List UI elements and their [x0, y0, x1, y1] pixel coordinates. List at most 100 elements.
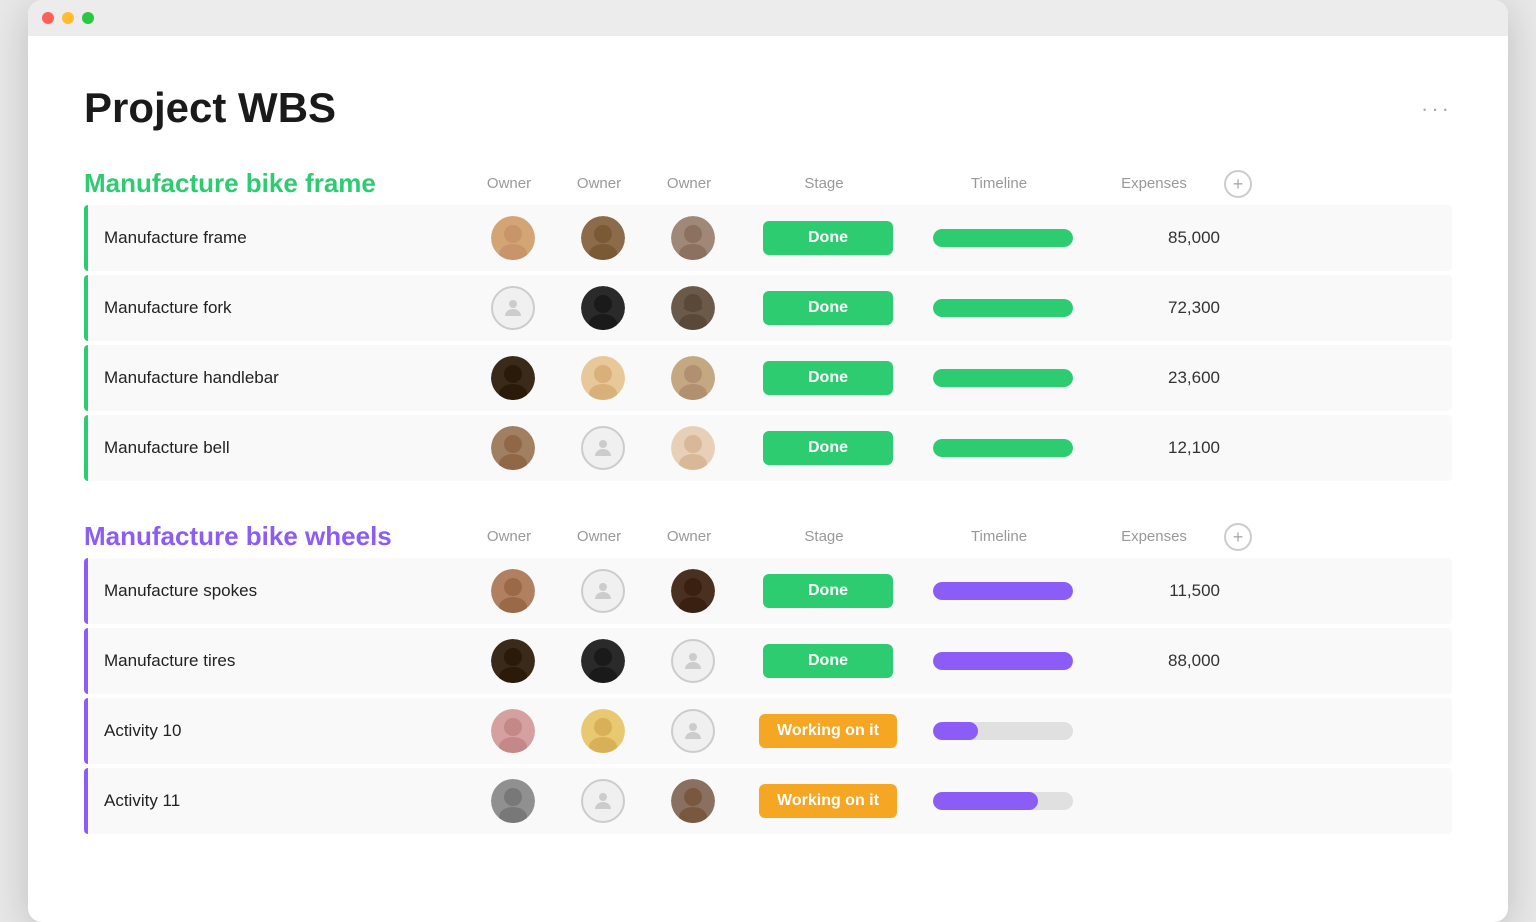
timeline-cell [918, 582, 1088, 600]
col-owner-1: Owner [464, 175, 554, 192]
status-badge: Done [763, 291, 893, 325]
task-name: Manufacture fork [88, 298, 468, 318]
titlebar [28, 0, 1508, 36]
section-header: Manufacture bike frame Owner Owner Owner… [84, 168, 1452, 199]
timeline-cell [918, 439, 1088, 457]
main-content: Project WBS ··· Manufacture bike frame O… [28, 36, 1508, 922]
timeline-cell [918, 722, 1088, 740]
stage-cell: Working on it [738, 714, 918, 748]
timeline-bar [933, 369, 1073, 387]
owner-1 [468, 569, 558, 613]
table-row: Manufacture frame Done 8 [84, 205, 1452, 271]
timeline-bar-wrap [933, 229, 1073, 247]
col-owner-1: Owner [464, 528, 554, 545]
table-row: Manufacture fork Done [84, 275, 1452, 341]
owner-2 [558, 356, 648, 400]
maximize-button[interactable] [82, 12, 94, 24]
status-badge: Done [763, 221, 893, 255]
col-owner-2: Owner [554, 175, 644, 192]
section-bike-wheels: Manufacture bike wheels Owner Owner Owne… [84, 521, 1452, 834]
task-name: Activity 11 [88, 791, 468, 811]
owner-3 [648, 216, 738, 260]
col-owner-3: Owner [644, 175, 734, 192]
status-badge: Working on it [759, 784, 897, 818]
page-title: Project WBS [84, 84, 336, 132]
table-row: Manufacture spokes Done [84, 558, 1452, 624]
stage-cell: Done [738, 361, 918, 395]
col-owner-2: Owner [554, 528, 644, 545]
timeline-bar-wrap [933, 652, 1073, 670]
minimize-button[interactable] [62, 12, 74, 24]
owner-3 [648, 356, 738, 400]
timeline-bar [933, 229, 1073, 247]
timeline-cell [918, 792, 1088, 810]
expenses-value: 88,000 [1088, 651, 1228, 671]
task-name: Manufacture tires [88, 651, 468, 671]
expenses-value: 12,100 [1088, 438, 1228, 458]
status-badge: Done [763, 644, 893, 678]
col-stage: Stage [734, 175, 914, 192]
timeline-bar [933, 299, 1073, 317]
timeline-bar [933, 722, 978, 740]
section-bike-frame: Manufacture bike frame Owner Owner Owner… [84, 168, 1452, 481]
col-owner-3: Owner [644, 528, 734, 545]
owner-2 [558, 216, 648, 260]
stage-cell: Done [738, 291, 918, 325]
owner-3 [648, 639, 738, 683]
timeline-cell [918, 299, 1088, 317]
timeline-bar [933, 792, 1038, 810]
add-column-button-2[interactable]: + [1224, 523, 1252, 551]
avatar-placeholder [581, 569, 625, 613]
status-badge: Working on it [759, 714, 897, 748]
owner-1 [468, 709, 558, 753]
task-name: Manufacture spokes [88, 581, 468, 601]
timeline-bar [933, 582, 1073, 600]
section-title-bike-wheels: Manufacture bike wheels [84, 521, 464, 552]
avatar-placeholder [671, 709, 715, 753]
more-options-button[interactable]: ··· [1421, 96, 1452, 122]
avatar-placeholder [671, 639, 715, 683]
owner-2 [558, 286, 648, 330]
owner-3 [648, 709, 738, 753]
col-stage: Stage [734, 528, 914, 545]
app-window: Project WBS ··· Manufacture bike frame O… [28, 0, 1508, 922]
owner-1 [468, 779, 558, 823]
stage-cell: Working on it [738, 784, 918, 818]
owner-1 [468, 286, 558, 330]
owner-1 [468, 356, 558, 400]
add-column-button[interactable]: + [1224, 170, 1252, 198]
col-expenses: Expenses [1084, 175, 1224, 192]
owner-2 [558, 569, 648, 613]
col-timeline: Timeline [914, 528, 1084, 545]
owner-1 [468, 639, 558, 683]
timeline-bar-wrap [933, 299, 1073, 317]
status-badge: Done [763, 574, 893, 608]
col-timeline: Timeline [914, 175, 1084, 192]
stage-cell: Done [738, 221, 918, 255]
owner-2 [558, 709, 648, 753]
owner-3 [648, 286, 738, 330]
owner-3 [648, 426, 738, 470]
owner-1 [468, 426, 558, 470]
col-expenses: Expenses [1084, 528, 1224, 545]
task-name: Manufacture bell [88, 438, 468, 458]
timeline-bar-wrap [933, 792, 1073, 810]
section-header: Manufacture bike wheels Owner Owner Owne… [84, 521, 1452, 552]
page-header: Project WBS ··· [84, 84, 1452, 132]
timeline-bar [933, 439, 1073, 457]
owner-1 [468, 216, 558, 260]
expenses-value: 72,300 [1088, 298, 1228, 318]
stage-cell: Done [738, 431, 918, 465]
avatar-placeholder [581, 426, 625, 470]
timeline-cell [918, 369, 1088, 387]
owner-2 [558, 426, 648, 470]
task-name: Manufacture handlebar [88, 368, 468, 388]
task-name: Activity 10 [88, 721, 468, 741]
close-button[interactable] [42, 12, 54, 24]
owner-2 [558, 779, 648, 823]
expenses-value: 85,000 [1088, 228, 1228, 248]
avatar-placeholder [491, 286, 535, 330]
table-row: Manufacture bell Done [84, 415, 1452, 481]
owner-3 [648, 779, 738, 823]
owner-3 [648, 569, 738, 613]
